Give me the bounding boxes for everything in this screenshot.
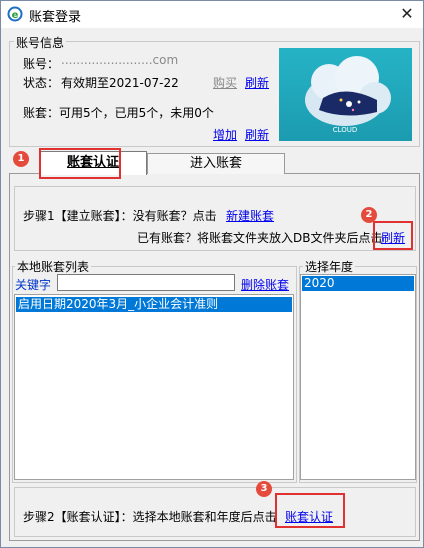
close-button[interactable]: ✕ [395, 3, 419, 25]
keyword-input[interactable] [57, 274, 235, 291]
status-label: 状态： [23, 76, 60, 90]
badge-1: 1 [13, 151, 29, 167]
login-window: e 账套登录 ✕ 账号信息 账号： ......................… [0, 0, 424, 548]
year-list[interactable] [300, 274, 416, 480]
cloud-icon: CLOUD [305, 56, 391, 134]
step1-text: 步骤1【建立账套】：没有账套？点击 [23, 209, 217, 223]
highlight-box-1 [39, 148, 121, 179]
cloud-banner-image: CLOUD [279, 48, 412, 141]
year-select-label: 选择年度 [303, 258, 356, 275]
highlight-box-3 [275, 493, 345, 528]
account-value: ........................com [61, 53, 179, 67]
svg-text:e: e [12, 10, 19, 21]
list-item[interactable]: 启用日期2020年3月_小企业会计准则 [16, 297, 292, 312]
cloud-text: CLOUD [333, 126, 358, 134]
refresh-account-link[interactable]: 刷新 [245, 74, 269, 91]
keyword-label: 关键字 [15, 278, 52, 292]
year-item[interactable]: 2020 [302, 276, 414, 291]
new-set-link[interactable]: 新建账套 [226, 207, 274, 224]
app-logo-icon: e [7, 6, 23, 22]
step1-line2: 已有账套？将账套文件夹放入DB文件夹后点击 [137, 231, 383, 245]
close-icon: ✕ [400, 4, 414, 23]
delete-set-link[interactable]: 删除账套 [241, 276, 289, 293]
badge-2: 2 [361, 207, 377, 223]
add-set-link[interactable]: 增加 [213, 126, 237, 143]
highlight-box-2 [373, 221, 413, 250]
refresh-sets-link[interactable]: 刷新 [245, 126, 269, 143]
tab-enter[interactable]: 进入账套 [147, 153, 285, 174]
tab-enter-label: 进入账套 [189, 156, 242, 171]
buy-link[interactable]: 购买 [213, 74, 237, 91]
sets-summary: 账套：可用5个，已用5个，未用0个 [23, 106, 214, 120]
window-title: 账套登录 [29, 10, 82, 25]
account-label: 账号： [23, 57, 60, 71]
status-value: 有效期至2021-07-22 [61, 76, 179, 90]
local-list-label: 本地账套列表 [15, 258, 92, 275]
local-sets-list[interactable] [14, 294, 294, 480]
badge-3: 3 [256, 481, 272, 497]
step2-text: 步骤2【账套认证】：选择本地账套和年度后点击 [23, 510, 277, 524]
account-info-label: 账号信息 [14, 34, 67, 51]
title-bar: e 账套登录 ✕ [1, 1, 423, 28]
